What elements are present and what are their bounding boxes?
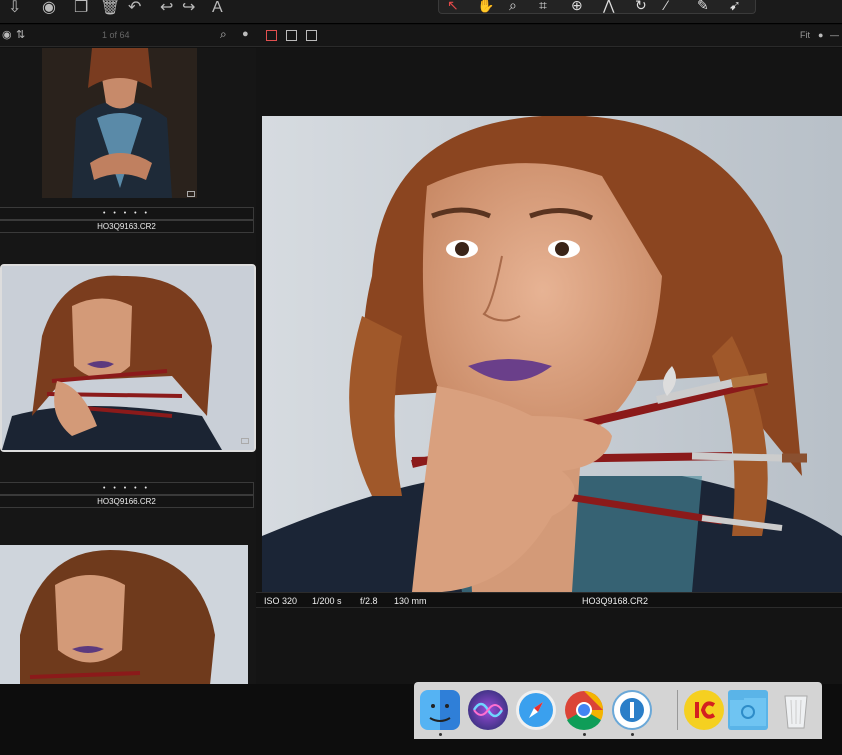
browser-toolbar: ◉ ⇅ 1 of 64 ⌕ ● Fit ● — (0, 25, 842, 47)
thumbnail-photo (2, 266, 254, 450)
viewer-filename: HO3Q9168.CR2 (582, 596, 649, 606)
trash-bin-icon[interactable] (776, 690, 816, 730)
thumbnail-next[interactable] (0, 545, 248, 685)
thumbnail-hO3q9166-selected[interactable] (0, 264, 256, 452)
thumbnail-filename: HO3Q9163.CR2 (0, 220, 254, 233)
minus-icon[interactable]: — (830, 30, 839, 40)
main-photo[interactable] (262, 116, 842, 592)
dock-separator (677, 690, 678, 730)
shutter-value: 1/200 s (312, 596, 342, 606)
cursor-tools-group: ↖ ✋ ⌕ ⌗ ⊕ ⋀ ↻ ⁄ ✎ ➹ (438, 0, 756, 14)
eye-icon[interactable]: ◉ (2, 28, 12, 41)
import-icon[interactable]: ⇩ (8, 0, 21, 18)
macos-dock (414, 682, 822, 739)
one-app-icon[interactable] (612, 690, 652, 730)
thumbnail-filename: HO3Q9166.CR2 (0, 495, 254, 508)
iso-value: ISO 320 (264, 596, 298, 606)
search-icon[interactable]: ⌕ (220, 27, 227, 42)
fit-label[interactable]: Fit (800, 30, 810, 40)
eraser-icon[interactable]: ✎ (697, 0, 709, 14)
running-indicator (631, 733, 634, 736)
top-toolbar: ⇩ ◉ ❐ 🗑 ↶ ↩ ↪ A ↖ ✋ ⌕ ⌗ ⊕ ⋀ ↻ ⁄ ✎ ➹ (0, 0, 842, 24)
picker-icon[interactable]: ➹ (729, 0, 741, 14)
person-icon[interactable]: ● (242, 28, 249, 40)
redo-icon[interactable]: ↪ (182, 0, 195, 18)
brush-icon[interactable]: ⁄ (665, 0, 667, 13)
thumbnail-rating[interactable]: • • • • • (0, 207, 254, 220)
thumbnail-photo (0, 545, 248, 685)
main-photo-image (262, 116, 842, 592)
running-indicator (439, 733, 442, 736)
running-indicator (583, 733, 586, 736)
siri-icon[interactable] (468, 690, 508, 730)
undo-icon[interactable]: ↩ (160, 0, 173, 18)
thumbnail-rating[interactable]: • • • • • (0, 482, 254, 495)
single-view-icon[interactable] (286, 30, 297, 41)
thumbnail-hO3q9163[interactable] (42, 48, 197, 198)
chrome-icon[interactable] (564, 690, 604, 730)
thumbnail-photo (42, 48, 197, 198)
finder-icon[interactable] (420, 690, 460, 730)
sort-icon[interactable]: ⇅ (16, 28, 25, 41)
edit-badge-icon (241, 438, 249, 444)
text-icon[interactable]: A (212, 0, 223, 18)
aperture-value: f/2.8 (360, 596, 378, 606)
image-counter: 1 of 64 (102, 30, 130, 40)
keystone-icon[interactable]: ⋀ (603, 0, 614, 14)
pan-icon[interactable]: ✋ (477, 0, 494, 14)
filmstrip-view-icon[interactable] (306, 30, 317, 41)
target-icon[interactable]: ⊕ (571, 0, 583, 14)
loupe-icon[interactable]: ⌕ (509, 0, 517, 14)
crop-icon[interactable]: ⌗ (539, 0, 547, 14)
camera-icon[interactable]: ◉ (42, 0, 56, 18)
select-cursor-icon[interactable]: ↖ (447, 0, 459, 14)
image-info-bar: ISO 320 1/200 s f/2.8 130 mm HO3Q9168.CR… (256, 592, 842, 608)
folder-icon[interactable] (728, 690, 768, 730)
focal-length-value: 130 mm (394, 596, 427, 606)
edit-badge-icon (187, 191, 195, 197)
trash-icon[interactable]: 🗑 (100, 0, 120, 18)
rotate-icon[interactable]: ↻ (635, 0, 647, 14)
person-small-icon[interactable]: ● (818, 30, 823, 40)
rotate-left-icon[interactable]: ↶ (128, 0, 141, 18)
grid-view-icon[interactable] (266, 30, 277, 41)
copy-icon[interactable]: ❐ (74, 0, 88, 18)
safari-icon[interactable] (516, 690, 556, 730)
1c-icon[interactable] (684, 690, 724, 730)
